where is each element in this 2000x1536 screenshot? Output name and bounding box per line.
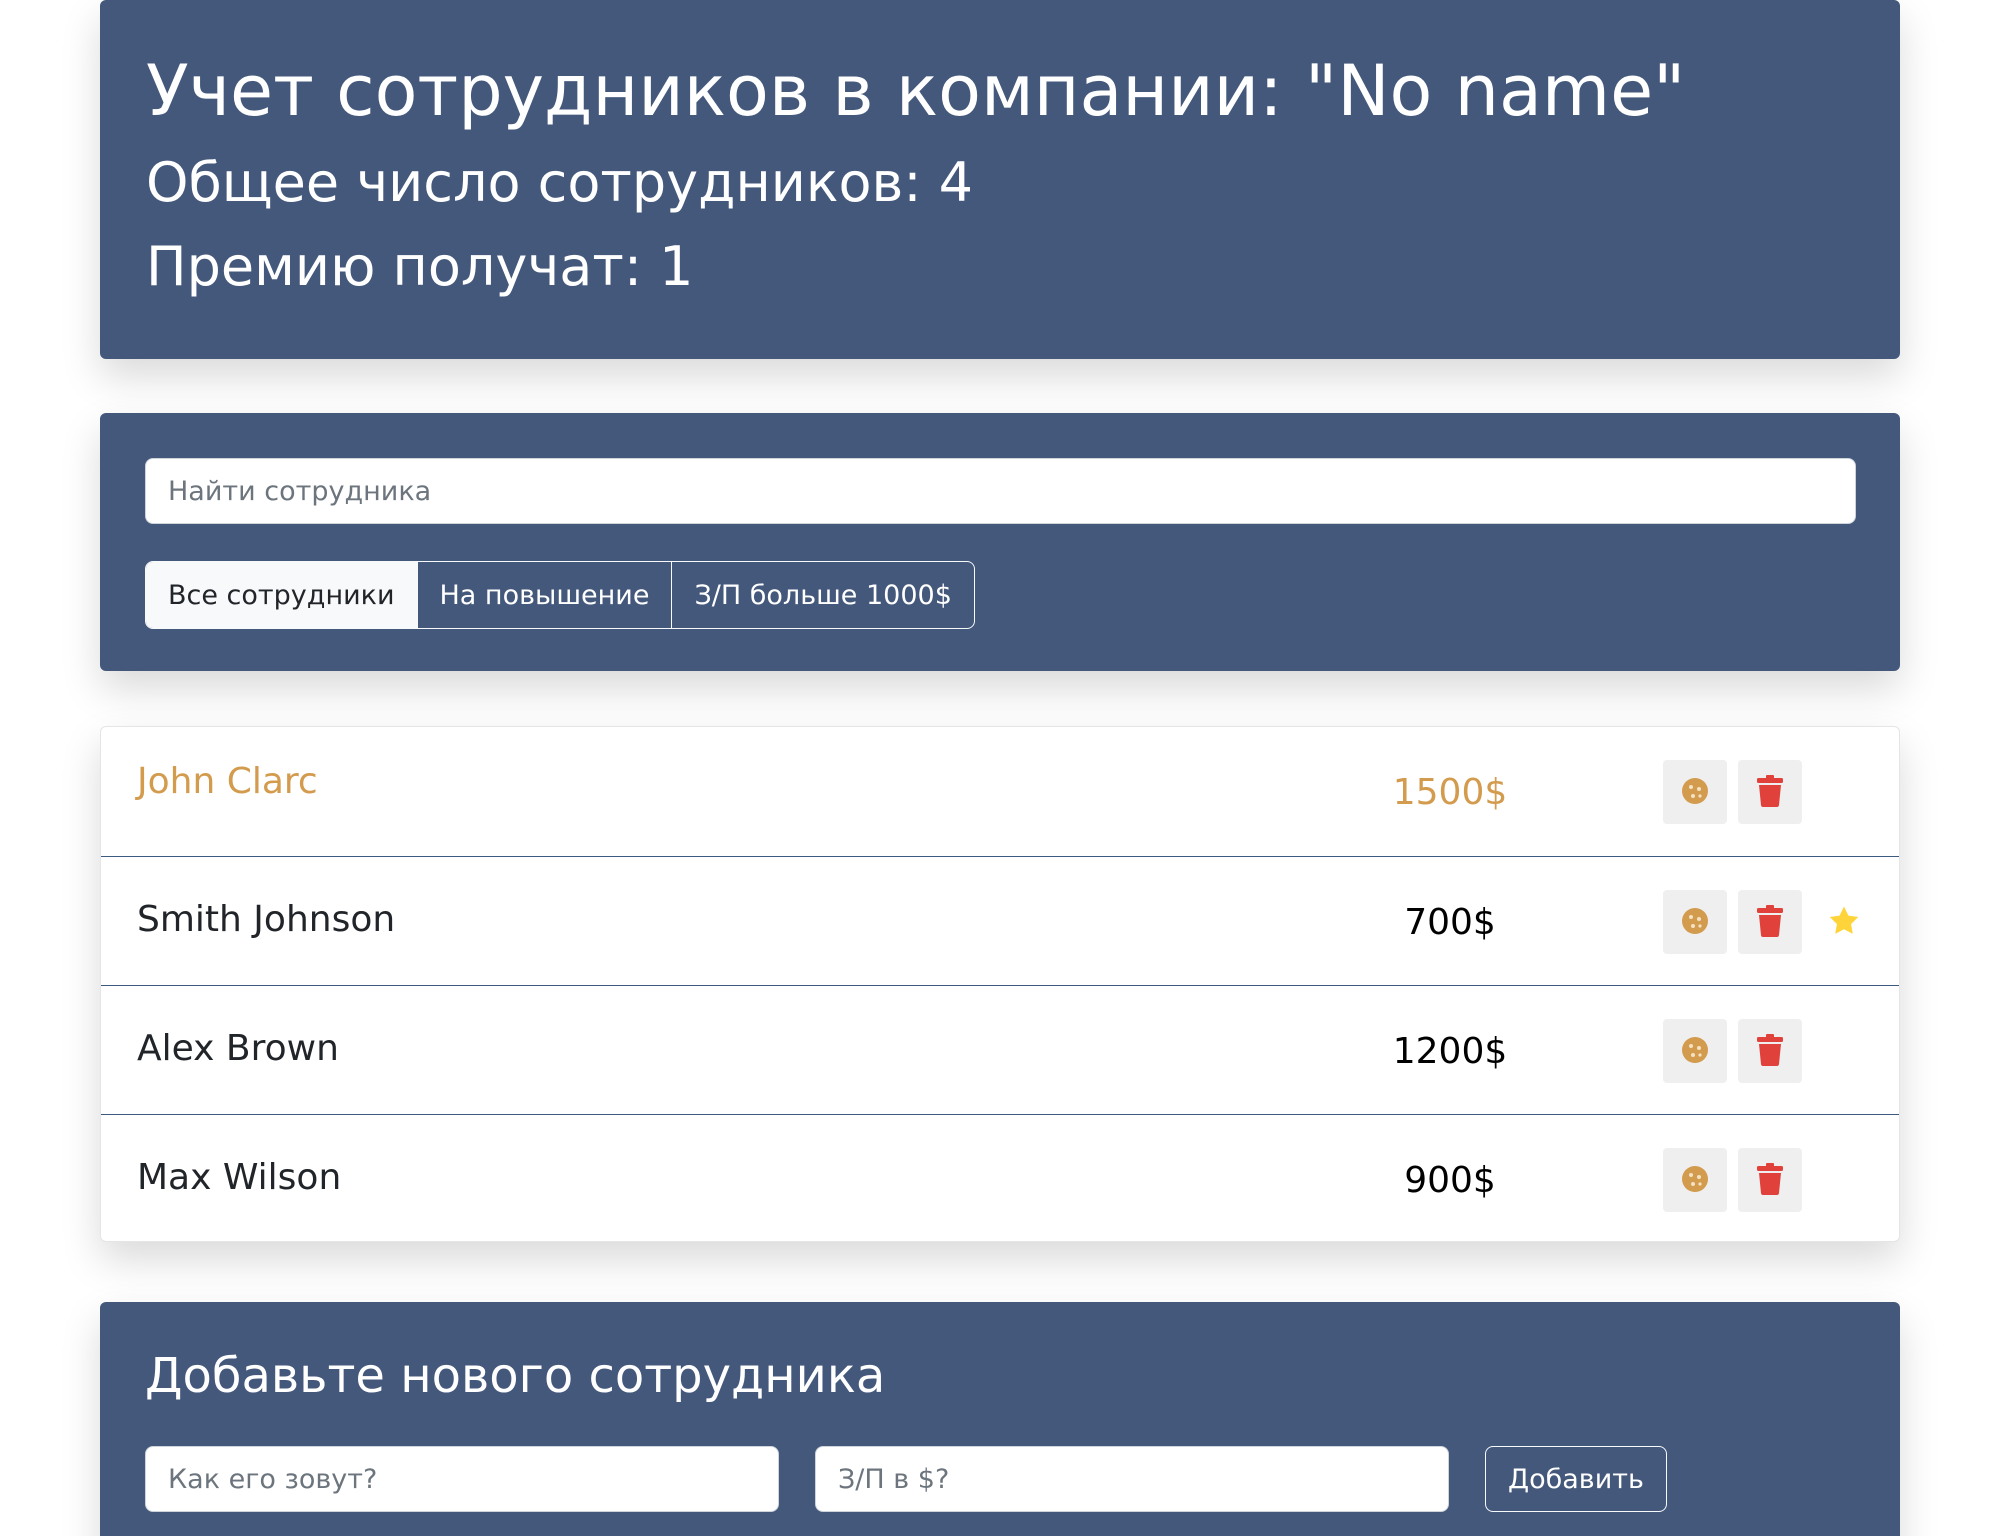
- increase-button[interactable]: [1663, 890, 1727, 954]
- search-panel: Все сотрудники На повышение З/П больше 1…: [100, 413, 1900, 671]
- app-info: Учет сотрудников в компании: "No name" О…: [100, 0, 1900, 359]
- employee-name[interactable]: John Clarc: [137, 727, 318, 845]
- trash-icon: [1757, 774, 1783, 810]
- increase-button[interactable]: [1663, 1019, 1727, 1083]
- total-employees: Общее число сотрудников: 4: [146, 151, 974, 214]
- delete-button[interactable]: [1738, 760, 1802, 824]
- increase-button[interactable]: [1663, 1148, 1727, 1212]
- search-input[interactable]: [145, 458, 1856, 524]
- app: Учет сотрудников в компании: "No name" О…: [0, 0, 2000, 1536]
- cookie-icon: [1681, 907, 1709, 938]
- employee-salary[interactable]: [1330, 767, 1570, 817]
- star-icon: [1826, 903, 1862, 939]
- delete-button[interactable]: [1738, 1148, 1802, 1212]
- cookie-icon: [1681, 1165, 1709, 1196]
- employee-list: John Clarc Smith Johnson Alex Brown Max …: [100, 726, 1900, 1242]
- employee-salary[interactable]: [1330, 897, 1570, 947]
- delete-button[interactable]: [1738, 1019, 1802, 1083]
- filter-increase-button[interactable]: На повышение: [416, 562, 672, 628]
- trash-icon: [1757, 1162, 1783, 1198]
- employee-name[interactable]: Smith Johnson: [137, 857, 395, 983]
- new-employee-name-input[interactable]: [145, 1446, 779, 1512]
- filter-group: Все сотрудники На повышение З/П больше 1…: [145, 561, 975, 629]
- filter-all-button[interactable]: Все сотрудники: [146, 562, 417, 628]
- employee-salary[interactable]: [1330, 1155, 1570, 1205]
- add-employee-button[interactable]: Добавить: [1485, 1446, 1667, 1512]
- cookie-icon: [1681, 1036, 1709, 1067]
- employee-name[interactable]: Alex Brown: [137, 986, 339, 1112]
- employee-row: Smith Johnson: [101, 856, 1899, 985]
- new-employee-salary-input[interactable]: [815, 1446, 1449, 1512]
- page-title: Учет сотрудников в компании: "No name": [146, 50, 1686, 132]
- employee-salary[interactable]: [1330, 1026, 1570, 1076]
- employee-row: Alex Brown: [101, 985, 1899, 1114]
- employee-row: Max Wilson: [101, 1114, 1899, 1241]
- add-form-title: Добавьте нового сотрудника: [145, 1348, 886, 1404]
- add-employee-panel: Добавьте нового сотрудника Добавить: [100, 1302, 1900, 1536]
- employee-row: John Clarc: [101, 727, 1899, 856]
- award-count: Премию получат: 1: [146, 235, 694, 298]
- cookie-icon: [1681, 777, 1709, 808]
- delete-button[interactable]: [1738, 890, 1802, 954]
- trash-icon: [1757, 904, 1783, 940]
- filter-salary-button[interactable]: З/П больше 1000$: [671, 562, 973, 628]
- increase-button[interactable]: [1663, 760, 1727, 824]
- employee-name[interactable]: Max Wilson: [137, 1115, 341, 1241]
- trash-icon: [1757, 1033, 1783, 1069]
